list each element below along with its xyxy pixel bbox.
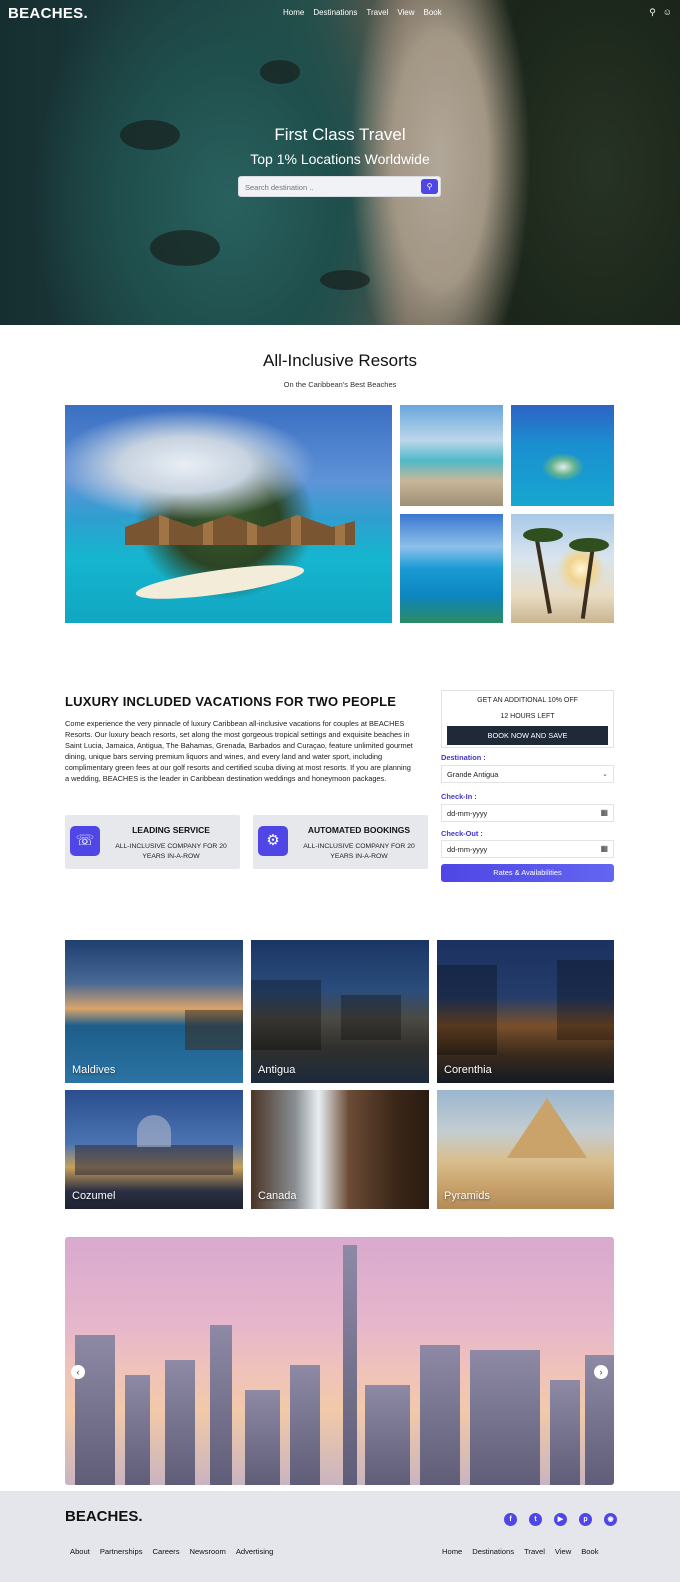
destination-label: Canada [258, 1190, 297, 1202]
resort-photo-2[interactable] [511, 405, 614, 506]
resort-photo-1[interactable] [400, 405, 503, 506]
checkout-placeholder: dd-mm-yyyy [447, 845, 488, 854]
resort-photo-3[interactable] [400, 514, 503, 623]
offer-box: GET AN ADDITIONAL 10% OFF 12 HOURS LEFT … [441, 690, 614, 748]
footer-link-view[interactable]: View [555, 1547, 571, 1556]
footer-link-home[interactable]: Home [442, 1547, 462, 1556]
footer-link-about[interactable]: About [70, 1547, 90, 1556]
destination-card-corenthia[interactable]: Corenthia [437, 940, 614, 1083]
footer-link-destinations[interactable]: Destinations [472, 1547, 514, 1556]
resort-photo-main[interactable] [65, 405, 392, 623]
footer [0, 1491, 680, 1582]
brand-logo[interactable]: BEACHES. [8, 5, 88, 22]
destination-select[interactable]: Grande Antigua ⌄ [441, 765, 614, 783]
feature-desc: ALL-INCLUSIVE COMPANY FOR 20 YEARS IN-A-… [303, 843, 415, 860]
nav-item-destinations[interactable]: Destinations [313, 8, 357, 17]
destination-label: Corenthia [444, 1064, 492, 1076]
footer-link-advertising[interactable]: Advertising [236, 1547, 274, 1556]
footer-link-partnerships[interactable]: Partnerships [100, 1547, 143, 1556]
feature-title: AUTOMATED BOOKINGS [307, 825, 411, 835]
destination-card-maldives[interactable]: Maldives [65, 940, 243, 1083]
checkin-placeholder: dd-mm-yyyy [447, 809, 488, 818]
city-carousel: ‹ › [65, 1237, 614, 1485]
destination-card-canada[interactable]: Canada [251, 1090, 429, 1209]
user-icon[interactable]: ☺ [663, 8, 672, 17]
luxury-body: Come experience the very pinnacle of lux… [65, 719, 413, 783]
chevron-down-icon: ⌄ [602, 771, 608, 778]
checkin-label: Check-In : [441, 792, 477, 801]
carousel-next-button[interactable]: › [594, 1365, 608, 1379]
feature-title: LEADING SERVICE [132, 825, 210, 835]
resorts-subtitle: On the Caribbean's Best Beaches [283, 380, 397, 389]
youtube-icon[interactable]: ▶ [554, 1513, 567, 1526]
checkin-field[interactable]: dd-mm-yyyy ▦ [441, 804, 614, 822]
footer-link-newsroom[interactable]: Newsroom [190, 1547, 226, 1556]
checkout-field[interactable]: dd-mm-yyyy ▦ [441, 840, 614, 858]
resort-photo-4[interactable] [511, 514, 614, 623]
feature-desc: ALL-INCLUSIVE COMPANY FOR 20 YEARS IN-A-… [115, 843, 227, 860]
search-input[interactable] [245, 180, 415, 194]
rates-button[interactable]: Rates & Availabilities [441, 864, 614, 882]
footer-links-right: Home Destinations Travel View Book [442, 1547, 599, 1556]
nav-item-book[interactable]: Book [424, 8, 442, 17]
footer-logo[interactable]: BEACHES. [65, 1508, 143, 1525]
calendar-icon[interactable]: ▦ [600, 844, 608, 853]
footer-link-careers[interactable]: Careers [153, 1547, 180, 1556]
resorts-title: All-Inclusive Resorts [263, 351, 417, 370]
book-now-button[interactable]: BOOK NOW AND SAVE [447, 726, 608, 745]
search-settings-icon: ⚙ [258, 826, 288, 856]
social-links: f t ▶ p ◉ [504, 1513, 617, 1526]
feature-card-automated-bookings: ⚙ AUTOMATED BOOKINGS ALL-INCLUSIVE COMPA… [253, 815, 428, 869]
nav-item-home[interactable]: Home [283, 8, 304, 17]
search-icon: ⚲ [426, 182, 433, 191]
footer-link-travel[interactable]: Travel [524, 1547, 545, 1556]
destination-label: Destination : [441, 753, 486, 762]
top-nav: Home Destinations Travel View Book [283, 8, 442, 17]
search-button[interactable]: ⚲ [421, 179, 438, 194]
pinterest-icon[interactable]: p [579, 1513, 592, 1526]
nav-item-view[interactable]: View [397, 8, 414, 17]
destination-label: Cozumel [72, 1190, 116, 1202]
offer-line: GET AN ADDITIONAL 10% OFF [477, 697, 578, 704]
hero-title: First Class Travel [274, 125, 406, 144]
destination-card-cozumel[interactable]: Cozumel [65, 1090, 243, 1209]
destination-label: Antigua [258, 1064, 296, 1076]
destination-card-pyramids[interactable]: Pyramids [437, 1090, 614, 1209]
carousel-prev-button[interactable]: ‹ [71, 1365, 85, 1379]
instagram-icon[interactable]: ◉ [604, 1513, 617, 1526]
search-icon[interactable]: ⚲ [649, 8, 656, 17]
checkout-label: Check-Out : [441, 829, 483, 838]
feature-card-leading-service: ☏ LEADING SERVICE ALL-INCLUSIVE COMPANY … [65, 815, 240, 869]
hero-search: ⚲ [238, 176, 441, 197]
hero-subtitle: Top 1% Locations Worldwide [250, 151, 430, 167]
facebook-icon[interactable]: f [504, 1513, 517, 1526]
destination-card-antigua[interactable]: Antigua [251, 940, 429, 1083]
destination-label: Pyramids [444, 1190, 490, 1202]
nav-item-travel[interactable]: Travel [366, 8, 388, 17]
luxury-title: LUXURY INCLUDED VACATIONS FOR TWO PEOPLE [65, 694, 397, 709]
top-icons: ⚲ ☺ [649, 8, 672, 17]
headset-icon: ☏ [70, 826, 100, 856]
twitter-icon[interactable]: t [529, 1513, 542, 1526]
destination-value: Grande Antigua [447, 770, 499, 779]
footer-link-book[interactable]: Book [581, 1547, 598, 1556]
destination-label: Maldives [72, 1064, 116, 1076]
footer-links-left: About Partnerships Careers Newsroom Adve… [70, 1547, 273, 1556]
calendar-icon[interactable]: ▦ [600, 808, 608, 817]
offer-timer: 12 HOURS LEFT [500, 713, 555, 720]
